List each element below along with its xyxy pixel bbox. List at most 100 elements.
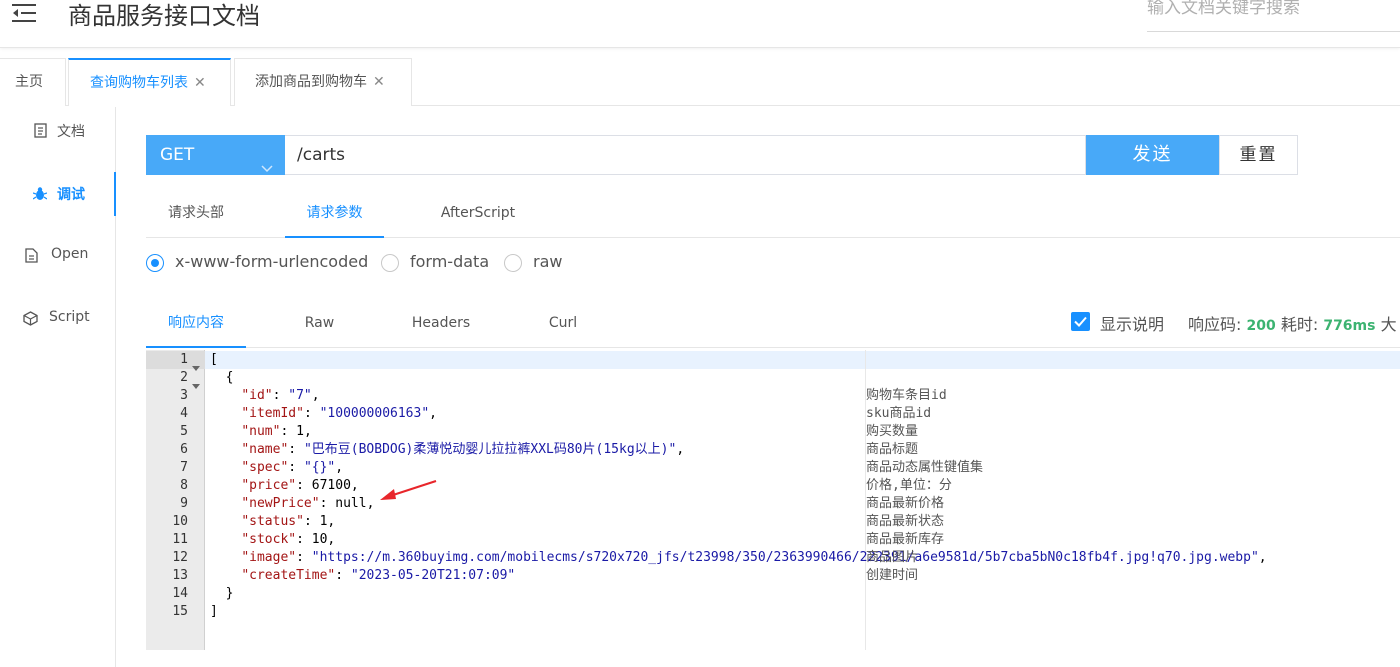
code-line: } [210,586,234,601]
cube-icon [23,311,38,327]
code-line: "spec": "{}", [241,460,344,475]
show-description-checkbox[interactable] [1071,312,1090,331]
file-icon [25,248,39,264]
app-header: 商品服务接口文档 [0,0,1400,48]
page-tabs: 主页 查询购物车列表 ✕ 添加商品到购物车 ✕ [0,58,1400,106]
line-number: 11 [172,532,188,547]
code-line: "createTime": "2023-05-20T21:07:09" [241,568,516,583]
sidebar-item-script[interactable]: Script [0,297,116,341]
radio-form-data[interactable]: form-data [381,252,491,274]
sidebar-item-label: 调试 [57,187,85,203]
reset-button[interactable]: 重置 [1219,135,1298,175]
tab-request-params[interactable]: 请求参数 [285,190,384,238]
tab-response-content[interactable]: 响应内容 [146,300,246,348]
sidebar-item-label: Open [51,246,89,262]
code-line: "name": "巴布豆(BOBDOG)柔薄悦动婴儿拉拉裤XXL码80片(15k… [241,442,685,457]
field-description: 购物车条目id [866,388,947,403]
code-line: [ [210,352,218,367]
field-description: 商品最新库存 [866,532,945,547]
tab-response-headers[interactable]: Headers [398,300,484,348]
size-label: 大 [1380,315,1397,334]
code-line: "id": "7", [241,388,320,403]
search-input[interactable] [1147,0,1400,18]
code-line: "num": 1, [241,424,312,439]
tab-response-raw[interactable]: Raw [283,300,356,348]
radio-circle[interactable] [504,254,522,272]
bug-icon [32,186,48,202]
radio-label: form-data [410,252,490,271]
radio-circle[interactable] [146,254,164,272]
field-description: 价格,单位：分 [866,478,952,493]
sidebar-item-debug[interactable]: 调试 [0,172,116,216]
chevron-down-icon [261,149,273,173]
line-number: 9 [180,496,188,511]
line-number: 10 [172,514,188,529]
tab-label: 查询购物车列表 [90,75,188,91]
response-tabs: 响应内容 Raw Headers Curl 显示说明 响应码: 200 耗时: … [146,300,1400,348]
fold-caret-icon[interactable] [192,357,200,371]
send-button[interactable]: 发送 [1086,135,1219,175]
time-label: 耗时: [1280,315,1319,334]
sidebar-item-label: Script [49,309,90,325]
field-description: 购买数量 [866,424,919,439]
code-line: "status": 1, [241,514,336,529]
code-line: "itemId": "100000006163", [241,406,437,421]
radio-label: raw [533,252,563,271]
method-value: GET [160,145,195,165]
line-number: 2 [180,370,188,385]
tab-afterscript[interactable]: AfterScript [428,190,528,238]
page-title: 商品服务接口文档 [68,2,260,30]
code-line: "price": 67100, [241,478,359,493]
menu-toggle-icon[interactable] [12,2,38,24]
sidebar-item-label: 文档 [57,124,85,140]
annotation-arrow-icon [380,479,437,500]
status-code: 200 [1246,318,1276,334]
radio-x-www-form-urlencoded[interactable]: x-www-form-urlencoded [146,252,369,274]
tab-add-to-cart[interactable]: 添加商品到购物车 ✕ [234,58,412,106]
url-input[interactable]: /carts [285,135,1086,175]
document-icon [34,123,48,139]
tab-label: 添加商品到购物车 [255,74,367,90]
code-line: { [210,370,234,385]
response-editor[interactable]: 1 2 3 4 5 6 7 8 9 10 11 12 13 14 15 [ { "id": "7", "it… [146,350,1400,650]
line-number: 8 [180,478,188,493]
radio-circle[interactable] [381,254,399,272]
field-description: 商品最新状态 [866,514,945,529]
status-code-label: 响应码: [1188,315,1242,334]
code-line: "image": "https://m.360buyimg.com/mobile… [241,550,1267,565]
sidebar-item-open[interactable]: Open [0,234,116,278]
close-icon[interactable]: ✕ [373,74,385,90]
field-description: 商品标题 [866,442,919,457]
close-icon[interactable]: ✕ [194,75,206,91]
tab-home[interactable]: 主页 [0,58,66,106]
line-number: 14 [172,586,188,601]
response-time: 776ms [1323,318,1376,334]
tab-query-cart-list[interactable]: 查询购物车列表 ✕ [68,58,231,106]
request-tabs: 请求头部 请求参数 AfterScript [146,190,1400,238]
sidebar-item-docs[interactable]: 文档 [0,109,116,153]
code-line: "stock": 10, [241,532,336,547]
line-number: 1 [180,352,188,367]
tab-response-curl[interactable]: Curl [532,300,594,348]
line-number: 13 [172,568,188,583]
field-description: 商品动态属性键值集 [866,460,984,475]
line-number: 15 [172,604,188,619]
line-number: 7 [180,460,188,475]
line-number: 3 [180,388,188,403]
field-description: sku商品id [866,406,932,421]
code-line: "newPrice": null, [241,496,375,511]
line-number-gutter: 1 2 3 4 5 6 7 8 9 10 11 12 13 14 15 [146,350,205,650]
radio-raw[interactable]: raw [504,252,574,274]
code-line: ] [210,604,218,619]
line-number: 5 [180,424,188,439]
line-number: 6 [180,442,188,457]
fold-caret-icon[interactable] [192,375,200,389]
search-box[interactable] [1147,0,1400,32]
radio-label: x-www-form-urlencoded [175,252,369,271]
sidebar: 文档 调试 Open Script [0,107,116,667]
field-description: 创建时间 [866,568,919,583]
method-select[interactable]: GET [146,135,285,175]
line-number: 4 [180,406,188,421]
field-description: 商品最新价格 [866,496,945,511]
tab-request-headers[interactable]: 请求头部 [146,190,246,238]
